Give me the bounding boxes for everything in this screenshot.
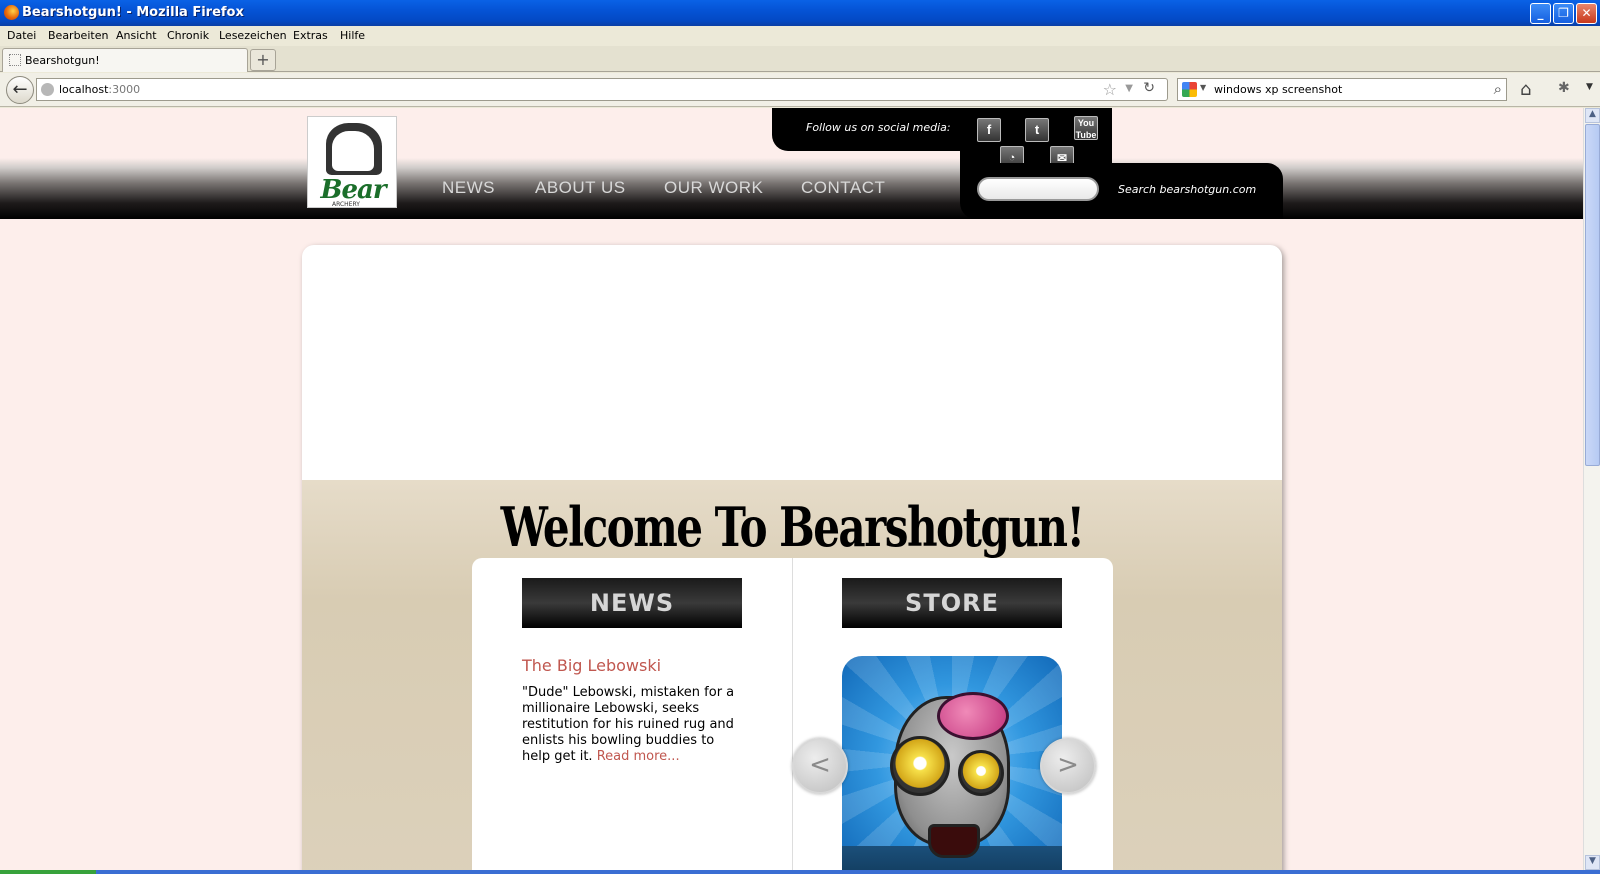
news-item-title[interactable]: The Big Lebowski: [522, 656, 661, 675]
news-item-body: "Dude" Lebowski, mistaken for a milliona…: [522, 685, 744, 765]
news-store-panels: NEWS The Big Lebowski "Dude" Lebowski, m…: [472, 558, 1113, 870]
menu-extras[interactable]: Extras: [293, 29, 328, 42]
scroll-up-icon[interactable]: ▲: [1585, 108, 1600, 123]
store-next-button[interactable]: >: [1040, 738, 1096, 794]
reload-icon[interactable]: ↻: [1143, 80, 1155, 96]
navigation-toolbar: ← localhost:3000 ☆ ▼ ↻ ▼ windows xp scre…: [0, 73, 1600, 107]
title-bar: Bearshotgun! - Mozilla Firefox _ ❐ ✕: [0, 0, 1600, 26]
news-heading: NEWS: [522, 578, 742, 628]
menu-bar: Datei Bearbeiten Ansicht Chronik Lesezei…: [0, 26, 1600, 46]
home-icon[interactable]: ⌂: [1520, 79, 1531, 100]
menu-bearbeiten[interactable]: Bearbeiten: [48, 29, 108, 42]
close-button[interactable]: ✕: [1576, 3, 1597, 24]
menu-lesezeichen[interactable]: Lesezeichen: [219, 29, 287, 42]
nav-our-work[interactable]: OUR WORK: [664, 178, 763, 198]
web-search-bar[interactable]: ▼ windows xp screenshot ⌕: [1177, 78, 1507, 101]
nav-news[interactable]: NEWS: [442, 178, 495, 198]
store-product-image[interactable]: [842, 656, 1062, 870]
menu-chronik[interactable]: Chronik: [167, 29, 209, 42]
content-card: Welcome To Bearshotgun! NEWS The Big Leb…: [302, 245, 1282, 870]
store-prev-button[interactable]: <: [792, 738, 848, 794]
zombie-eye-right-icon: [958, 750, 1004, 796]
menu-hilfe[interactable]: Hilfe: [340, 29, 365, 42]
new-tab-button[interactable]: +: [250, 49, 276, 71]
zombie-brain-icon: [937, 692, 1009, 740]
zombie-mouth-icon: [928, 824, 980, 858]
panel-divider: [792, 558, 793, 870]
history-dropdown-icon[interactable]: ▼: [1125, 83, 1133, 94]
site-identity-icon[interactable]: [41, 83, 54, 96]
search-go-icon[interactable]: ⌕: [1494, 80, 1502, 98]
zombie-eye-left-icon: [890, 736, 950, 796]
url-text: localhost:3000: [59, 83, 141, 96]
bear-archery-logo[interactable]: Bear ARCHERY: [307, 116, 397, 208]
social-media-box: Follow us on social media:: [772, 108, 1112, 151]
tab-bearshotgun[interactable]: Bearshotgun!: [2, 48, 248, 72]
taskbar-strip: [0, 870, 1600, 874]
page-favicon-icon: [9, 54, 21, 66]
addon-icon[interactable]: ✱: [1558, 80, 1570, 96]
site-header: Bear ARCHERY NEWS ABOUT US OUR WORK CONT…: [0, 108, 1583, 219]
engine-dropdown-icon[interactable]: ▼: [1200, 83, 1206, 92]
page-viewport: Bear ARCHERY NEWS ABOUT US OUR WORK CONT…: [0, 108, 1583, 870]
store-heading: STORE: [842, 578, 1062, 628]
scroll-thumb[interactable]: [1585, 124, 1600, 466]
site-search-box: Search bearshotgun.com: [960, 163, 1283, 219]
bear-highlight: [332, 131, 374, 171]
tab-label: Bearshotgun!: [25, 54, 100, 67]
site-search-label: Search bearshotgun.com: [1118, 183, 1257, 196]
youtube-icon[interactable]: You Tube: [1074, 116, 1098, 140]
site-search-input[interactable]: [977, 177, 1099, 201]
scroll-down-icon[interactable]: ▼: [1585, 855, 1600, 870]
toolbar-menu-arrow-icon[interactable]: ▼: [1586, 82, 1593, 92]
read-more-link[interactable]: Read more...: [597, 749, 680, 764]
firefox-window: Bearshotgun! - Mozilla Firefox _ ❐ ✕ Dat…: [0, 0, 1600, 874]
nav-contact[interactable]: CONTACT: [801, 178, 885, 198]
back-button[interactable]: ←: [6, 76, 34, 104]
search-query[interactable]: windows xp screenshot: [1214, 83, 1342, 96]
bookmark-star-icon[interactable]: ☆: [1103, 80, 1117, 99]
follow-label: Follow us on social media:: [806, 121, 951, 134]
minimize-button[interactable]: _: [1530, 3, 1551, 24]
facebook-icon[interactable]: f: [977, 118, 1001, 142]
tab-strip: Bearshotgun! +: [0, 46, 1600, 72]
menu-datei[interactable]: Datei: [7, 29, 36, 42]
window-title: Bearshotgun! - Mozilla Firefox: [22, 5, 244, 20]
vertical-scrollbar[interactable]: ▲ ▼: [1583, 108, 1600, 870]
url-bar[interactable]: localhost:3000 ☆ ▼ ↻: [36, 78, 1168, 101]
twitter-icon[interactable]: t: [1025, 118, 1049, 142]
firefox-icon: [4, 5, 19, 20]
logo-subtitle: ARCHERY: [332, 201, 360, 208]
menu-ansicht[interactable]: Ansicht: [116, 29, 157, 42]
welcome-heading: Welcome To Bearshotgun!: [500, 495, 1085, 559]
nav-about-us[interactable]: ABOUT US: [535, 178, 626, 198]
google-engine-icon[interactable]: [1182, 82, 1197, 97]
start-button-edge[interactable]: [0, 870, 96, 874]
restore-button[interactable]: ❐: [1553, 3, 1574, 24]
